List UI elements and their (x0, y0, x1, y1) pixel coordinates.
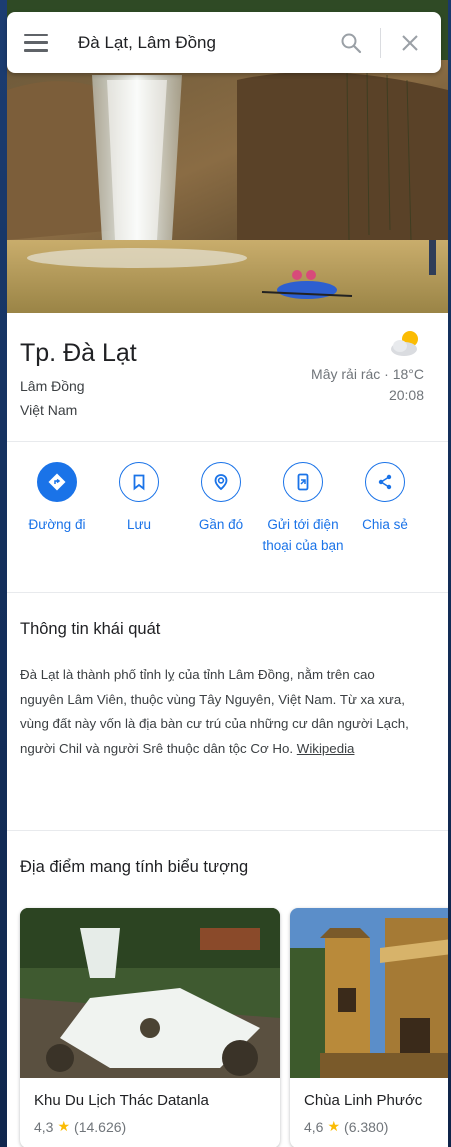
review-count: (6.380) (344, 1118, 389, 1135)
place-card-rating: 4,3 ★ (14.626) (34, 1118, 126, 1135)
review-count: (14.626) (74, 1118, 127, 1135)
place-region: Lâm Đồng (20, 378, 85, 394)
place-card-rating: 4,6 ★ (6.380) (304, 1118, 388, 1135)
overview-title: Thông tin khái quát (20, 620, 161, 638)
weather-time: 20:08 (388, 387, 424, 403)
iconic-places-title: Địa điểm mang tính biểu tượng (20, 858, 249, 876)
menu-icon[interactable] (24, 33, 48, 52)
place-panel: Tp. Đà Lạt Lâm Đồng Việt Nam Mây rải rác… (7, 0, 448, 1147)
search-input[interactable]: Đà Lạt, Lâm Đồng (78, 33, 340, 53)
place-card-name: Chùa Linh Phước (304, 1092, 423, 1109)
save-button[interactable]: Lưu (98, 462, 180, 535)
directions-label: Đường đi (28, 517, 86, 532)
close-icon[interactable] (399, 32, 421, 54)
send-to-phone-button[interactable]: Gửi tới điện thoại của bạn (262, 462, 344, 556)
place-card[interactable]: Chùa Linh Phước 4,6 ★ (6.380) (290, 908, 448, 1147)
place-summary: Tp. Đà Lạt Lâm Đồng Việt Nam Mây rải rác… (7, 313, 448, 441)
place-country: Việt Nam (20, 402, 78, 418)
overview-section: Thông tin khái quát Đà Lạt là thành phố … (7, 593, 448, 830)
place-title: Tp. Đà Lạt (20, 339, 137, 367)
share-icon (365, 462, 405, 502)
nearby-button[interactable]: Gần đó (180, 462, 262, 535)
send-to-phone-label: Gửi tới điện thoại của bạn (262, 517, 344, 553)
wikipedia-link[interactable]: Wikipedia (297, 741, 355, 756)
send-to-phone-icon (283, 462, 323, 502)
rating-value: 4,3 (34, 1118, 54, 1135)
star-icon: ★ (57, 1118, 71, 1134)
nearby-label: Gần đó (198, 517, 244, 532)
search-bar: Đà Lạt, Lâm Đồng (7, 12, 441, 73)
place-card[interactable]: Khu Du Lịch Thác Datanla 4,3 ★ (14.626) (20, 908, 280, 1147)
partly-cloudy-icon (391, 331, 418, 356)
share-button[interactable]: Chia sẻ (344, 462, 426, 535)
share-label: Chia sẻ (362, 517, 408, 532)
directions-icon (37, 462, 77, 502)
iconic-places-section: Địa điểm mang tính biểu tượng Khu Du Lịc… (7, 831, 448, 1147)
datanla-photo (20, 908, 280, 1078)
linh-phuoc-pagoda-photo (290, 908, 448, 1078)
star-icon: ★ (327, 1118, 341, 1134)
bookmark-icon (119, 462, 159, 502)
save-label: Lưu (126, 517, 152, 532)
place-card-name: Khu Du Lịch Thác Datanla (34, 1092, 209, 1109)
action-bar: Đường đi Lưu Gần đó Gửi tới điện thoại c… (7, 442, 448, 592)
weather-condition: Mây rải rác · 18°C (311, 366, 424, 382)
search-icon[interactable] (340, 32, 362, 54)
search-divider (380, 27, 381, 58)
overview-text: Đà Lạt là thành phố tỉnh lỵ của tỉnh Lâm… (20, 663, 420, 761)
nearby-icon (201, 462, 241, 502)
directions-button[interactable]: Đường đi (16, 462, 98, 535)
rating-value: 4,6 (304, 1118, 324, 1135)
